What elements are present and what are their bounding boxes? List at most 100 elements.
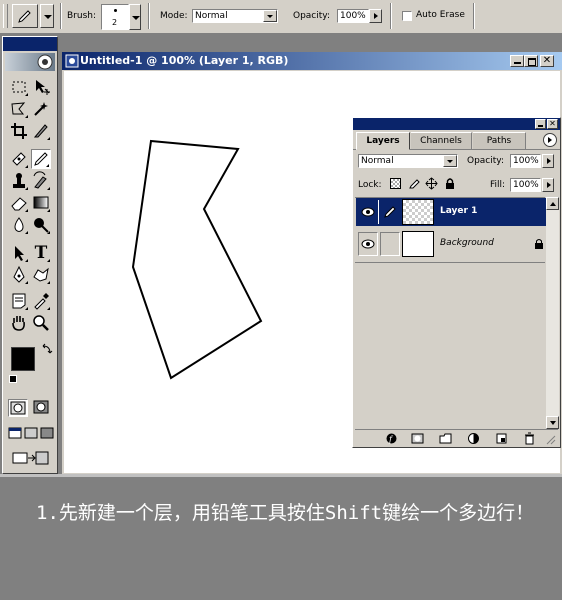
adjustment-layer-icon[interactable]	[467, 432, 480, 445]
zoom-tool[interactable]	[31, 313, 51, 333]
scroll-down-button[interactable]	[546, 416, 559, 429]
close-icon: ✕	[542, 55, 552, 66]
lock-move-icon[interactable]	[425, 177, 438, 190]
visibility-toggle[interactable]	[358, 200, 379, 224]
opacity-slider-button[interactable]	[369, 9, 382, 23]
layer-link-toggle[interactable]	[380, 200, 400, 224]
imageready-icon	[12, 451, 49, 465]
layer-opacity-value: 100%	[513, 156, 539, 166]
healing-brush-tool[interactable]	[9, 149, 29, 169]
gradient-tool[interactable]	[31, 193, 51, 213]
dodge-tool[interactable]	[31, 215, 51, 235]
tab-label: Paths	[486, 136, 512, 146]
options-bar-grip[interactable]	[3, 4, 8, 28]
quick-mask-button[interactable]	[32, 399, 52, 417]
layers-bottom-toolbar: f	[355, 429, 558, 447]
notes-tool[interactable]	[9, 291, 29, 311]
photoshop-doc-icon	[65, 54, 79, 68]
marquee-tool[interactable]	[9, 77, 29, 97]
eyedropper-tool[interactable]	[31, 291, 51, 311]
fill-slider[interactable]	[542, 178, 554, 192]
swap-colors-icon[interactable]	[41, 343, 53, 355]
close-button[interactable]: ✕	[540, 55, 554, 67]
mode-dropdown-button[interactable]	[263, 10, 277, 22]
maximize-button[interactable]	[524, 55, 538, 67]
auto-erase-checkbox[interactable]	[402, 11, 412, 21]
history-brush-tool[interactable]	[31, 171, 51, 191]
layer-opacity-input[interactable]: 100%	[510, 154, 541, 168]
scroll-up-button[interactable]	[546, 197, 559, 210]
screen-mode-full-menu[interactable]	[24, 425, 38, 439]
chevron-right-icon	[374, 13, 378, 19]
blend-mode-select[interactable]: Normal	[358, 154, 458, 168]
mode-select[interactable]: Normal	[192, 9, 278, 23]
lock-transparency-icon[interactable]	[390, 178, 401, 189]
adobe-online-logo[interactable]	[5, 53, 55, 71]
type-icon: T	[34, 243, 48, 263]
chevron-right-icon	[548, 137, 552, 143]
layer-scrollbar[interactable]	[546, 197, 559, 429]
standard-mode-button[interactable]	[8, 399, 28, 417]
fill-input[interactable]: 100%	[510, 178, 541, 192]
tool-preset-picker[interactable]	[12, 4, 38, 28]
minimize-icon	[514, 62, 521, 64]
blend-mode-dropdown[interactable]	[443, 155, 457, 167]
magic-wand-tool[interactable]	[31, 99, 51, 119]
clone-stamp-tool[interactable]	[9, 171, 29, 191]
document-title: Untitled-1 @ 100% (Layer 1, RGB)	[80, 54, 289, 67]
resize-grip-icon[interactable]	[545, 434, 556, 445]
trash-icon[interactable]	[523, 432, 536, 445]
type-tool[interactable]: T	[31, 243, 51, 263]
brush-picker[interactable]: 2	[101, 4, 129, 30]
move-tool[interactable]	[31, 77, 51, 97]
lasso-tool[interactable]	[9, 99, 29, 119]
separator	[148, 3, 150, 29]
layer-row-layer-1[interactable]: Layer 1	[356, 198, 546, 226]
pen-tool[interactable]	[9, 265, 29, 285]
slice-tool[interactable]	[31, 121, 51, 141]
new-set-icon[interactable]	[439, 432, 452, 445]
crop-icon	[11, 123, 27, 139]
panel-minimize-button[interactable]	[535, 119, 546, 129]
auto-erase-label: Auto Erase	[416, 10, 465, 20]
screen-mode-full[interactable]	[40, 425, 54, 439]
screen-mode-standard[interactable]	[8, 425, 22, 439]
hand-tool[interactable]	[9, 313, 29, 333]
brush-dropdown[interactable]	[129, 4, 141, 30]
tab-label: Channels	[420, 136, 462, 146]
layer-opacity-slider[interactable]	[542, 154, 554, 168]
layer-style-icon[interactable]: f	[385, 432, 398, 445]
layer-row-background[interactable]: Background	[356, 230, 546, 258]
crop-tool[interactable]	[9, 121, 29, 141]
foreground-color-swatch[interactable]	[11, 347, 35, 371]
new-layer-icon[interactable]	[495, 432, 508, 445]
panel-menu-button[interactable]	[543, 133, 557, 147]
visibility-toggle[interactable]	[358, 232, 378, 256]
jump-to-imageready-button[interactable]	[11, 449, 51, 467]
pencil-tool[interactable]	[31, 149, 51, 169]
panel-close-button[interactable]: ✕	[547, 119, 558, 129]
default-colors-icon[interactable]	[9, 375, 17, 383]
brush-dot-icon	[114, 9, 117, 12]
eraser-tool[interactable]	[9, 193, 29, 213]
custom-shape-tool[interactable]	[31, 265, 51, 285]
lock-brush-icon[interactable]	[408, 177, 421, 190]
layer-mask-icon[interactable]	[411, 432, 424, 445]
lock-all-icon[interactable]	[444, 177, 456, 190]
tab-paths[interactable]: Paths	[473, 132, 526, 149]
opacity-input[interactable]: 100%	[337, 9, 369, 23]
blur-tool[interactable]	[9, 215, 29, 235]
window-icon	[24, 427, 38, 439]
tab-channels[interactable]: Channels	[411, 132, 472, 149]
chevron-down-icon	[132, 16, 140, 20]
path-selection-tool[interactable]	[9, 243, 29, 263]
minimize-button[interactable]	[510, 55, 524, 67]
tool-preset-dropdown[interactable]	[40, 4, 54, 28]
tab-layers[interactable]: Layers	[356, 132, 410, 150]
chevron-down-icon	[550, 421, 556, 425]
toolbox-header[interactable]	[3, 37, 57, 51]
document-title-bar[interactable]: Untitled-1 @ 100% (Layer 1, RGB) ✕	[62, 52, 562, 70]
window-icon	[40, 427, 54, 439]
layer-link-toggle[interactable]	[380, 232, 400, 256]
layers-panel-header[interactable]: ✕	[353, 118, 560, 130]
